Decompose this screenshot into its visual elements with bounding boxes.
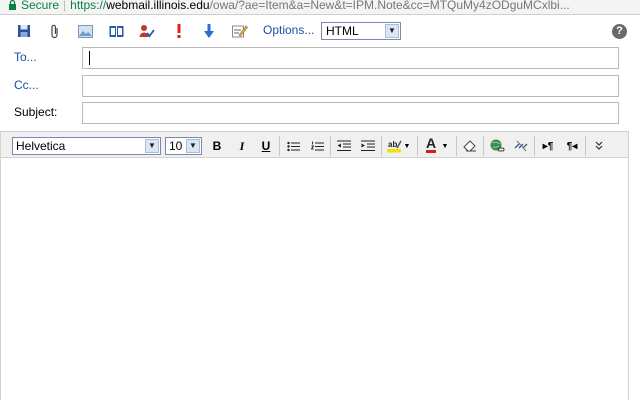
toolbar-divider [585,136,586,156]
message-format-value: HTML [326,24,359,38]
check-names-icon[interactable] [138,22,156,40]
compose-toolbar: Options... [0,17,640,43]
cc-button[interactable]: Cc... [14,78,39,92]
bold-button[interactable]: B [208,137,226,155]
browser-address-bar[interactable]: Secure | https://webmail.illinois.edu/owa/… [0,0,640,15]
subject-label: Subject: [14,105,58,119]
underline-button[interactable]: U [257,137,275,155]
expand-toolbar-icon[interactable] [590,137,608,155]
help-icon[interactable]: ? [612,24,627,39]
importance-low-icon[interactable] [200,22,218,40]
font-family-value: Helvetica [16,139,66,153]
right-to-left-icon[interactable]: ¶◂ [563,137,581,155]
italic-button[interactable]: I [233,137,251,155]
message-body-editor[interactable] [0,158,629,400]
signature-icon[interactable] [231,22,249,40]
url-host: webmail.illinois.edu [106,0,210,12]
toolbar-divider [417,136,418,156]
font-size-select[interactable]: 10 ▼ [165,137,202,155]
url-scheme: https:// [70,0,107,12]
left-to-right-icon[interactable]: ▸¶ [539,137,557,155]
subject-field[interactable] [82,102,619,124]
formatting-toolbar: Helvetica ▼ 10 ▼ B I U ab ▼ A ▼ ▸¶ ¶◂ [0,131,629,158]
url-path: /owa/?ae=Item&a=New&t=IPM.Note&cc=MTQuMy… [209,0,570,12]
attach-icon[interactable] [46,22,64,40]
insert-image-icon[interactable] [76,22,94,40]
secure-label: Secure [21,0,60,12]
toolbar-divider [330,136,331,156]
remove-link-icon[interactable] [512,137,530,155]
message-format-select[interactable]: HTML ▼ [321,22,401,40]
bulleted-list-icon[interactable] [284,137,302,155]
window-edge [629,43,640,400]
decrease-indent-icon[interactable] [335,137,353,155]
highlight-dropdown-icon[interactable]: ▼ [402,137,412,155]
increase-indent-icon[interactable] [359,137,377,155]
font-color-glyph: A [425,135,437,153]
chevron-down-icon[interactable]: ▼ [385,24,399,38]
svg-text:ab: ab [388,140,397,149]
toolbar-divider [534,136,535,156]
to-button[interactable]: To... [14,50,37,64]
chevron-down-icon[interactable]: ▼ [186,139,200,153]
toolbar-divider [456,136,457,156]
address-separator: | [63,0,67,12]
save-icon[interactable] [15,22,33,40]
cc-field[interactable] [82,75,619,97]
font-size-value: 10 [169,139,183,153]
lock-icon [8,0,17,10]
options-link[interactable]: Options... [263,23,314,37]
text-caret [89,51,90,65]
toolbar-divider [483,136,484,156]
font-color-icon[interactable]: A [422,135,440,155]
chevron-down-icon[interactable]: ▼ [145,139,159,153]
address-book-icon[interactable] [107,22,125,40]
to-field[interactable] [82,47,619,69]
toolbar-divider [279,136,280,156]
importance-high-icon[interactable] [170,22,188,40]
eraser-icon[interactable] [461,137,479,155]
font-family-select[interactable]: Helvetica ▼ [12,137,161,155]
numbered-list-icon[interactable] [308,137,326,155]
toolbar-divider [381,136,382,156]
font-color-dropdown-icon[interactable]: ▼ [440,137,450,155]
insert-link-icon[interactable] [488,137,506,155]
